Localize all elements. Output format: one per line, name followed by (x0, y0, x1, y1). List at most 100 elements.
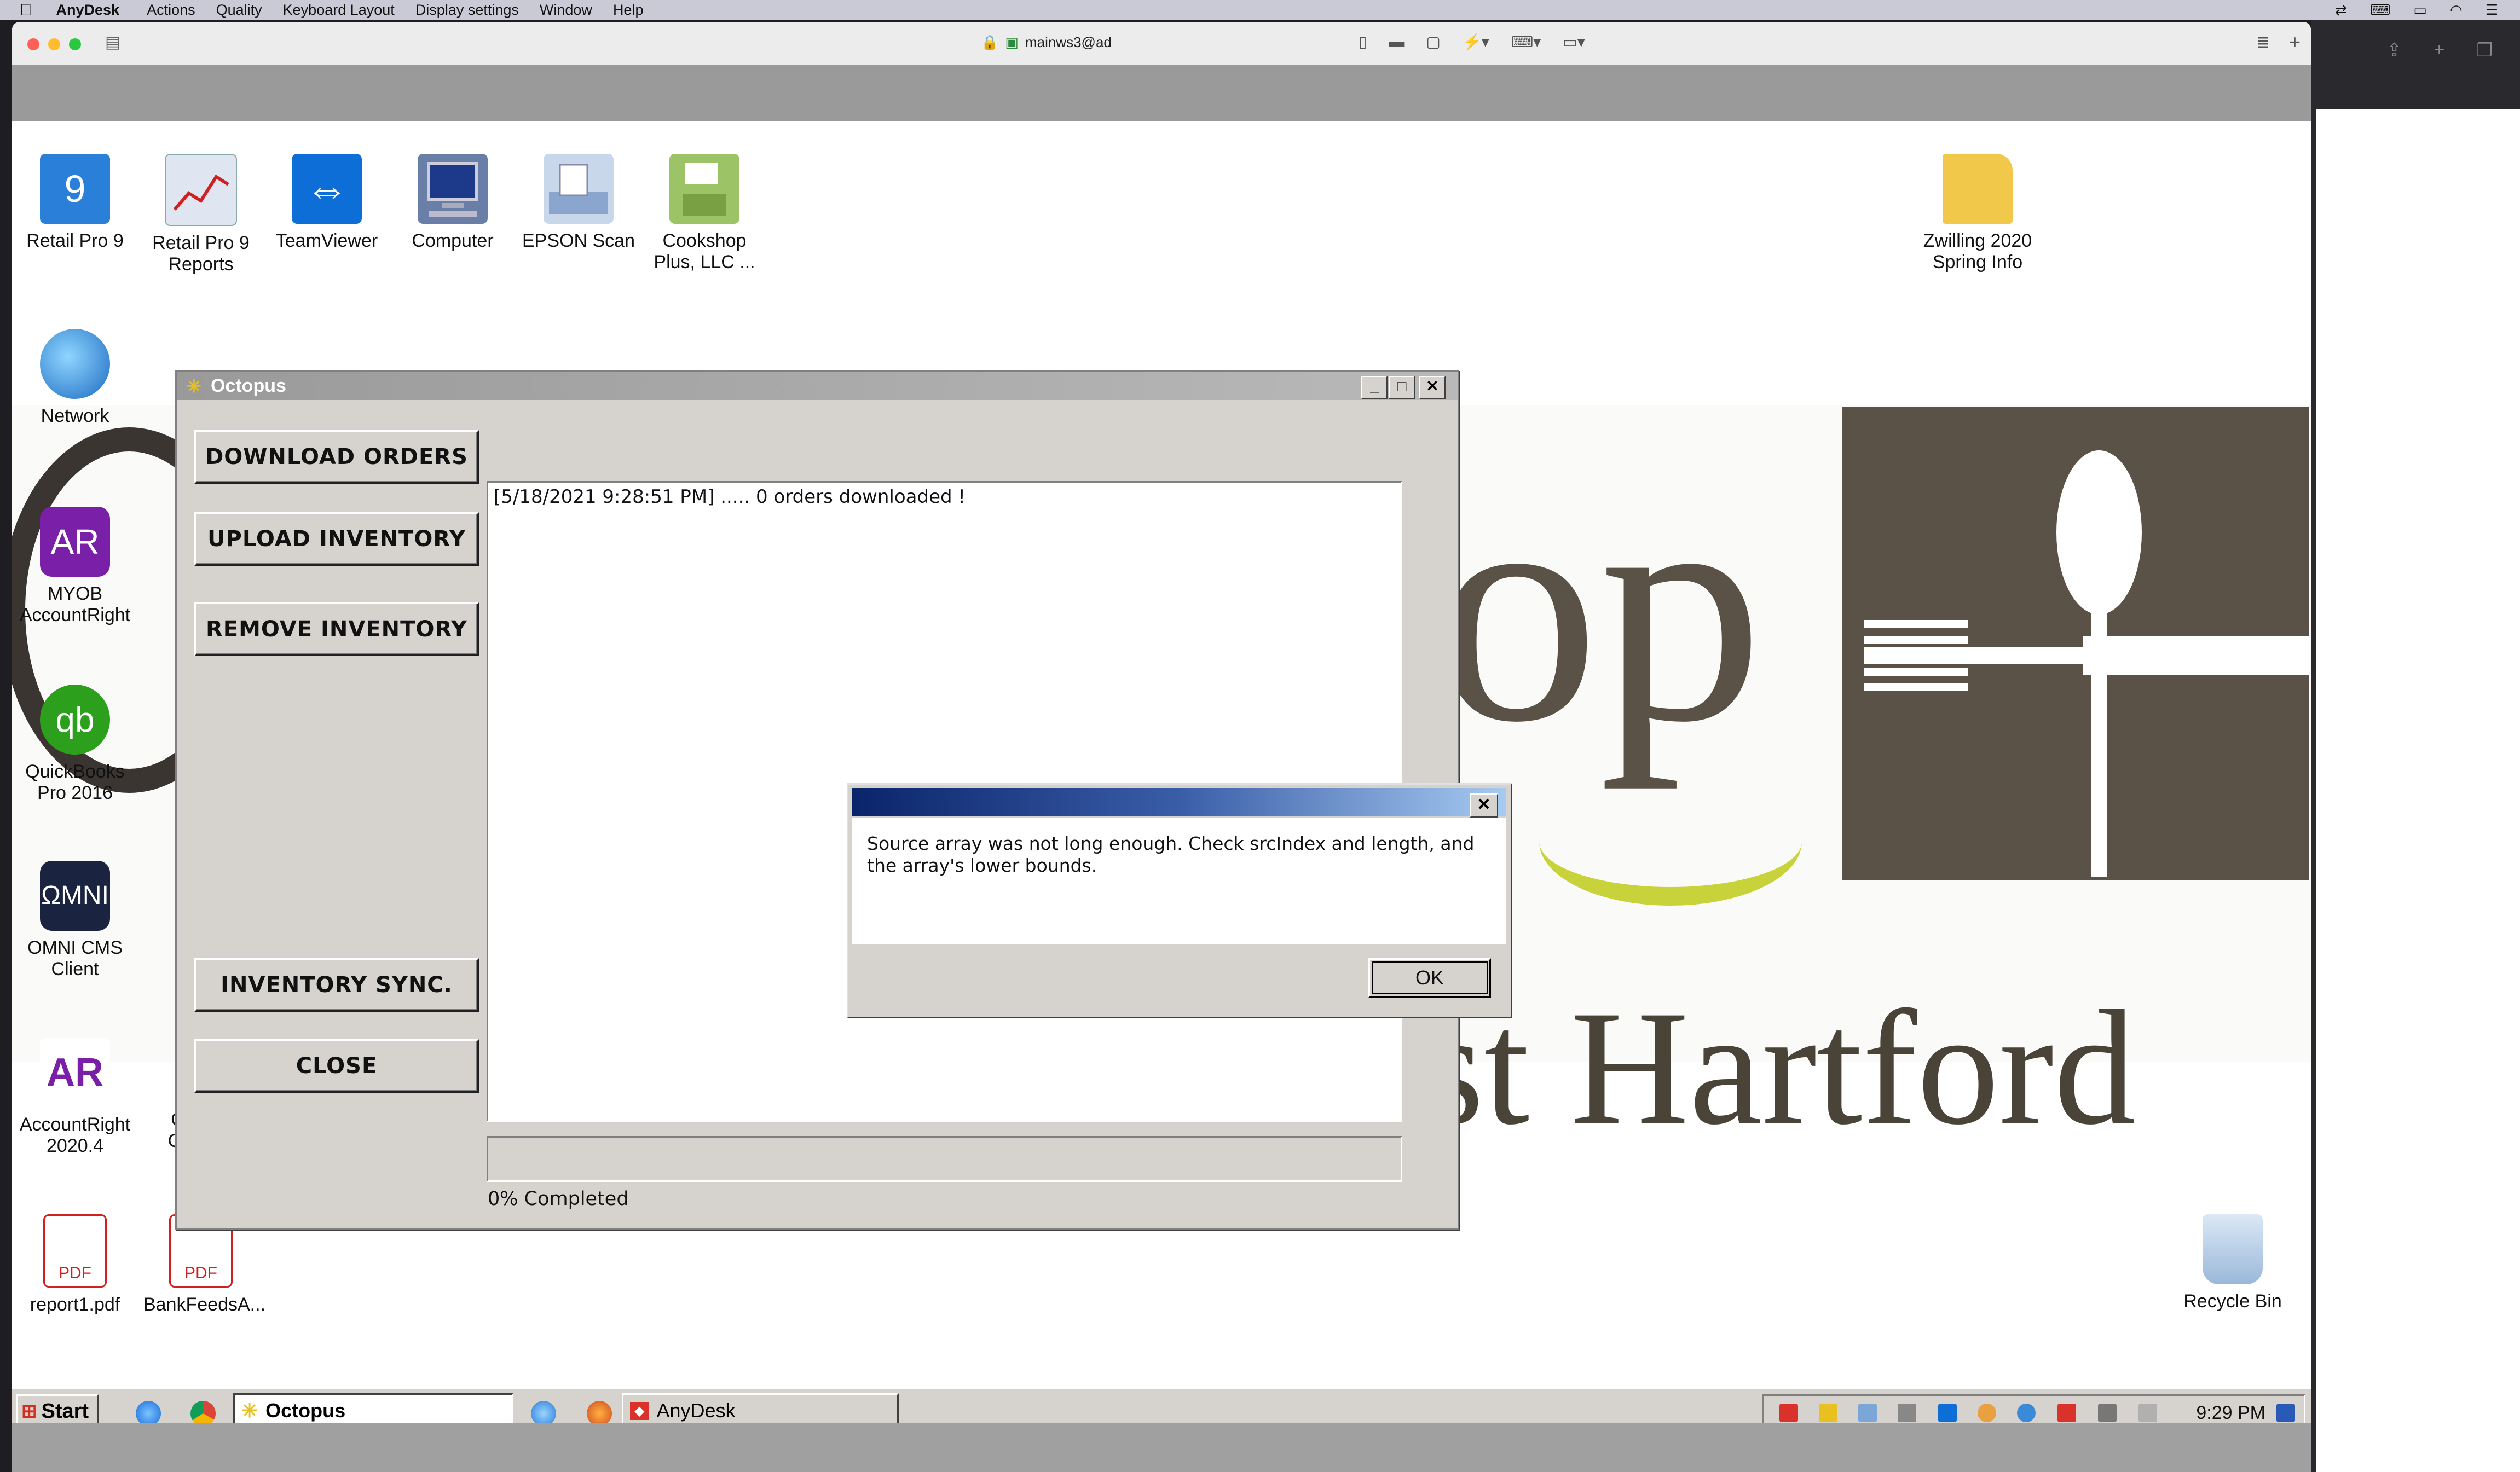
anydesk-toolbar: ▯ ▬ ▢ ⚡▾ ⌨▾ ▭▾ (1359, 33, 1585, 51)
progress-label: 0% Completed (488, 1188, 629, 1210)
menu-quality[interactable]: Quality (216, 2, 262, 19)
desktop-icon-computer[interactable]: Computer (395, 154, 510, 252)
dialog-titlebar[interactable]: ✕ (852, 788, 1506, 818)
wallpaper-utensil-logo (1842, 407, 2309, 880)
desktop-icon-label: Retail Pro 9 Reports (152, 233, 250, 275)
desktop-icon-label: QuickBooks Pro 2016 (25, 761, 125, 803)
app-tray-icon[interactable] (1978, 1404, 1996, 1422)
desktop-icon-recycle-bin[interactable]: Recycle Bin (2175, 1214, 2290, 1312)
display-status-icon[interactable]: ▭ (2413, 2, 2427, 19)
menu-app-anydesk[interactable]: AnyDesk (56, 2, 120, 19)
anydesk-window: ▤ 🔒 ▣ mainws3@ad ▯ ▬ ▢ ⚡▾ ⌨▾ ▭▾ ≣ + op W… (12, 22, 2311, 1472)
show-desktop-icon[interactable] (2276, 1404, 2295, 1422)
quickbooks-icon: qb (40, 685, 110, 755)
myob-icon: AR (40, 507, 110, 577)
apple-icon[interactable]:  (20, 1, 32, 20)
wifi-icon[interactable]: ◠ (2450, 2, 2463, 19)
anydesk-icon: ◆ (630, 1401, 649, 1420)
security-tray-icon[interactable] (2057, 1404, 2076, 1422)
zoom-window-icon[interactable] (69, 38, 81, 50)
menu-help[interactable]: Help (613, 2, 644, 19)
minimize-icon[interactable]: _ (1361, 376, 1388, 399)
dialog-close-icon[interactable]: ✕ (1470, 793, 1498, 818)
plus-icon[interactable]: + (2434, 39, 2445, 61)
dialog-message: Source array was not long enough. Check … (867, 833, 1475, 876)
octopus-tray-icon[interactable] (1819, 1404, 1837, 1422)
scanner-icon (544, 154, 614, 224)
clipboard-icon[interactable]: ▢ (1426, 33, 1440, 51)
desktop-icon-label: MYOB AccountRight (19, 583, 131, 625)
download-orders-button[interactable]: DOWNLOAD ORDERS (194, 430, 479, 484)
control-center-icon[interactable]: ☰ (2486, 2, 2498, 19)
desktop-icon-report1[interactable]: PDF report1.pdf (18, 1214, 132, 1315)
minimize-window-icon[interactable] (48, 38, 60, 50)
remove-inventory-button[interactable]: REMOVE INVENTORY (194, 602, 479, 656)
octopus-title: Octopus (211, 375, 286, 396)
background-toolbar: ⇪ + ❐ (2386, 39, 2493, 61)
menu-icon[interactable]: ≣ (2256, 33, 2270, 52)
anydesk-status-icon[interactable]: ⇄ (2335, 2, 2347, 19)
desktop-icon-quickbooks[interactable]: qb QuickBooks Pro 2016 (18, 685, 132, 804)
anydesk-tray-icon[interactable] (1779, 1404, 1798, 1422)
desktop-icon-myob[interactable]: AR MYOB AccountRight (18, 507, 132, 626)
file-icon[interactable]: ▯ (1359, 33, 1367, 51)
menu-keyboard-layout[interactable]: Keyboard Layout (283, 2, 395, 19)
monitor-tray-icon[interactable] (1858, 1404, 1877, 1422)
lightning-icon[interactable]: ⚡▾ (1463, 33, 1489, 51)
keyboard-icon[interactable]: ⌨▾ (1511, 33, 1541, 51)
screen-icon[interactable]: ▭▾ (1563, 33, 1585, 51)
floppy-icon (669, 154, 739, 224)
task-label: AnyDesk (656, 1399, 736, 1422)
desktop-icon-label: Network (41, 405, 109, 426)
close-icon[interactable]: ✕ (1419, 376, 1446, 399)
share-icon[interactable]: ⇪ (2386, 39, 2402, 61)
desktop-icon-label: Computer (412, 230, 494, 251)
desktop-icon-label: AccountRight 2020.4 (19, 1114, 131, 1156)
session-title: 🔒 ▣ mainws3@ad (981, 34, 1112, 51)
volume-tray-icon[interactable] (2138, 1404, 2157, 1422)
folder-icon (1943, 154, 2013, 224)
add-tab-icon[interactable]: + (2289, 31, 2301, 54)
desktop-icon-network[interactable]: Network (18, 329, 132, 427)
desktop-icon-retail-pro-reports[interactable]: Retail Pro 9 Reports (143, 154, 258, 275)
update-tray-icon[interactable] (2017, 1404, 2036, 1422)
desktop-icon-label: EPSON Scan (522, 230, 635, 251)
start-label: Start (41, 1399, 89, 1423)
teamviewer-tray-icon[interactable] (1938, 1404, 1957, 1422)
close-window-icon[interactable] (27, 38, 39, 50)
omni-icon: ΩMNI (40, 861, 110, 931)
reports-icon (165, 154, 237, 226)
background-app-content (2316, 109, 2520, 1472)
network-tray-icon[interactable] (1898, 1404, 1916, 1422)
desktop-icon-label: Retail Pro 9 (26, 230, 124, 251)
desktop-icon-retail-pro[interactable]: 9 Retail Pro 9 (18, 154, 132, 252)
session-address: mainws3@ad (1025, 34, 1112, 50)
chat-icon[interactable]: ▬ (1389, 33, 1404, 51)
device-tray-icon[interactable] (2098, 1404, 2117, 1422)
teamviewer-icon: ⇔ (292, 154, 362, 224)
maximize-icon[interactable]: □ (1389, 376, 1415, 399)
octopus-titlebar[interactable]: ✳ Octopus _ □ ✕ (177, 372, 1458, 400)
desktop-icon-epson-scan[interactable]: EPSON Scan (521, 154, 636, 252)
desktop-icon-teamviewer[interactable]: ⇔ TeamViewer (269, 154, 384, 252)
menu-actions[interactable]: Actions (147, 2, 195, 19)
octopus-app-icon: ✳ (241, 1399, 258, 1422)
menu-window[interactable]: Window (540, 2, 592, 19)
desktop-icon-zwilling-folder[interactable]: Zwilling 2020 Spring Info (1920, 154, 2035, 273)
inventory-sync-button[interactable]: INVENTORY SYNC. (194, 958, 479, 1012)
error-dialog: ✕ Source array was not long enough. Chec… (847, 783, 1512, 1018)
remote-desktop[interactable]: op West Hartford 9 Retail Pro 9 Retail P… (12, 121, 2311, 1434)
desktop-icon-accountright[interactable]: AR AccountRight 2020.4 (18, 1038, 132, 1157)
desktop-icon-cookshop[interactable]: Cookshop Plus, LLC ... (647, 154, 762, 273)
anydesk-strip (12, 65, 2311, 121)
close-button[interactable]: CLOSE (194, 1039, 479, 1093)
menu-display-settings[interactable]: Display settings (415, 2, 519, 19)
desktop-icon-omni[interactable]: ΩMNI OMNI CMS Client (18, 861, 132, 980)
windows-flag-icon: ⊞ (21, 1401, 37, 1422)
clock: 9:29 PM (2196, 1403, 2265, 1423)
tabs-icon[interactable]: ❐ (2476, 39, 2493, 61)
upload-inventory-button[interactable]: UPLOAD INVENTORY (194, 512, 479, 566)
sidebar-icon[interactable]: ▤ (105, 33, 120, 52)
keyboard-status-icon[interactable]: ⌨ (2370, 2, 2391, 19)
ok-button[interactable]: OK (1368, 958, 1491, 998)
